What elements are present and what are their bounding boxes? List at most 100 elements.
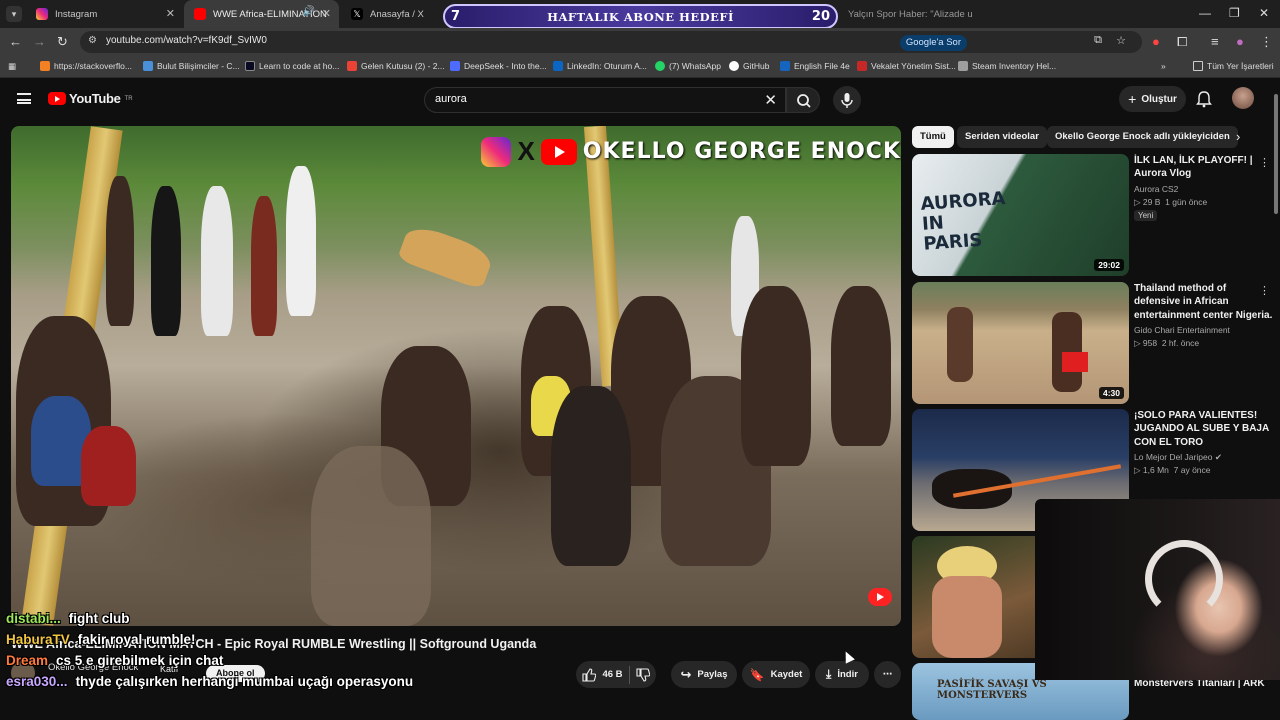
tab-search-icon[interactable]: ▾ — [6, 6, 22, 22]
bookmark-item[interactable]: GitHub — [729, 61, 769, 71]
chip-all[interactable]: Tümü — [912, 126, 954, 148]
url-field[interactable]: ⚙ youtube.com/watch?v=fK9df_SvIW0 Google… — [80, 31, 1142, 53]
bookmark-item[interactable]: https://stackoverflo... — [40, 61, 132, 71]
more-vertical-icon[interactable]: ⋮ — [1259, 284, 1270, 297]
reload-icon[interactable]: ↻ — [57, 34, 68, 50]
wrestler — [551, 386, 631, 566]
video-title[interactable]: İLK LAN, İLK PLAYOFF! | Aurora Vlog — [1134, 154, 1274, 181]
oxford-icon — [780, 61, 790, 71]
wrestler — [741, 286, 811, 466]
site-info-icon[interactable]: ⚙ — [88, 35, 97, 46]
search-box[interactable]: aurora ✕ — [424, 87, 786, 113]
menu-icon[interactable] — [17, 93, 31, 104]
audio-icon[interactable]: 🔊 — [303, 6, 315, 17]
new-badge: Yeni — [1134, 210, 1158, 221]
folder-icon — [1193, 61, 1203, 71]
voice-search-button[interactable] — [833, 86, 861, 114]
bookmark-item[interactable]: English File 4e — [780, 61, 850, 71]
video-title[interactable]: ¡SOLO PARA VALIENTES! JUGANDO AL SUBE Y … — [1134, 409, 1274, 449]
minimize-icon[interactable]: — — [1199, 6, 1211, 20]
menu-kebab-icon[interactable]: ⋮ — [1260, 34, 1273, 50]
share-button[interactable]: ↪ Paylaş — [671, 661, 737, 688]
download-button[interactable]: ⤓ İndir — [815, 661, 869, 688]
clear-search-icon[interactable]: ✕ — [764, 91, 777, 109]
page-scrollbar[interactable] — [1272, 84, 1280, 714]
whatsapp-icon — [655, 61, 665, 71]
video-player[interactable]: X OKELLO GEORGE ENOCK — [11, 126, 901, 626]
chat-text: fight club — [68, 611, 130, 626]
tab-instagram[interactable]: Instagram ✕ — [26, 0, 183, 28]
like-button[interactable]: 46 B — [582, 667, 623, 682]
bookmark-item[interactable]: Vekalet Yönetim Sist... — [857, 61, 956, 71]
view-count: 1,6 Mn — [1142, 465, 1169, 475]
profile-icon[interactable]: ● — [1236, 34, 1244, 49]
scrollbar-thumb[interactable] — [1274, 94, 1278, 214]
notifications-bell-icon[interactable] — [1196, 90, 1212, 108]
thumbs-down-icon[interactable] — [635, 667, 650, 682]
divider — [628, 665, 630, 684]
close-window-icon[interactable]: ✕ — [1259, 6, 1269, 20]
extension-icon[interactable]: ● — [1152, 34, 1160, 49]
bookmark-item[interactable]: Bulut Bilişimciler - C... — [143, 61, 240, 71]
channel-watermark: X OKELLO GEORGE ENOCK — [481, 136, 901, 167]
account-avatar[interactable] — [1232, 87, 1254, 109]
youtube-header: YouTube TR aurora ✕ + Oluştur — [0, 80, 1280, 120]
url-text[interactable]: youtube.com/watch?v=fK9df_SvIW0 — [106, 35, 267, 46]
chip-uploader[interactable]: Okello George Enock adlı yükleyiciden — [1047, 126, 1238, 148]
back-icon[interactable]: ← — [9, 34, 22, 49]
youtube-logo[interactable]: YouTube TR — [48, 91, 133, 106]
bookmark-item[interactable]: Steam Inventory Hel... — [958, 61, 1056, 71]
chat-text: cs 5 e girebilmek için chat — [56, 653, 224, 668]
recommended-video[interactable]: AURORA IN PARIS 29:02 İLK LAN, İLK PLAYO… — [912, 154, 1272, 276]
stackoverflow-icon — [40, 61, 50, 71]
bookmark-label: Bulut Bilişimciler - C... — [157, 61, 240, 71]
bookmark-item[interactable]: (7) WhatsApp — [655, 61, 721, 71]
apps-grid-icon[interactable]: ▦ — [8, 61, 16, 72]
tab-youtube[interactable]: WWE Africa-ELIMINATION 🔊 ✕ — [184, 0, 339, 28]
close-icon[interactable]: ✕ — [166, 7, 175, 20]
install-icon[interactable]: ⧉ — [1094, 34, 1102, 47]
plus-icon: + — [1128, 91, 1137, 107]
video-title[interactable]: Thailand method of defensive in African … — [1134, 282, 1274, 322]
bookmark-label: (7) WhatsApp — [669, 61, 721, 71]
address-bar: ← → ↻ ⚙ youtube.com/watch?v=fK9df_SvIW0 … — [0, 28, 1280, 56]
chevron-right-icon[interactable]: › — [1236, 129, 1240, 144]
tab-list-icon[interactable]: ≡ — [1211, 34, 1219, 49]
bookmark-item[interactable]: LinkedIn: Oturum A... — [553, 61, 647, 71]
channel-name[interactable]: Lo Mejor Del Jaripeo ✔ — [1134, 452, 1222, 463]
video-thumbnail[interactable]: 4:30 — [912, 282, 1129, 404]
tab-label: Instagram — [55, 8, 98, 20]
logo-text: YouTube — [69, 91, 121, 106]
more-vertical-icon[interactable]: ⋮ — [1259, 156, 1270, 169]
chat-text: thyde çalışırken herhangi mumbai uçağı o… — [75, 674, 414, 689]
maximize-icon[interactable]: ❐ — [1229, 6, 1240, 20]
chip-series[interactable]: Seriden videolar — [957, 126, 1047, 148]
create-button[interactable]: + Oluştur — [1119, 86, 1186, 112]
all-bookmarks-folder[interactable]: Tüm Yer İşaretleri — [1193, 61, 1274, 71]
more-actions-button[interactable]: ⋯ — [874, 661, 901, 688]
linkedin-icon — [553, 61, 563, 71]
bookmark-item[interactable]: DeepSeek - Into the... — [450, 61, 547, 71]
bookmark-item[interactable]: Gelen Kutusu (2) - 2... — [347, 61, 445, 71]
google-ask-button[interactable]: Google'a Sor — [899, 35, 967, 51]
tab-news[interactable]: Yalçın Spor Haber: "Alizade u — [838, 0, 1008, 28]
search-icon — [797, 94, 811, 108]
youtube-branding-icon[interactable] — [868, 588, 892, 606]
channel-name[interactable]: Aurora CS2 — [1134, 184, 1178, 194]
headphones — [1145, 540, 1223, 618]
bookmark-star-icon[interactable]: ☆ — [1116, 34, 1126, 47]
forward-icon[interactable]: → — [33, 34, 46, 49]
tab-x[interactable]: 𝕏 Anasayfa / X — [341, 0, 441, 28]
search-input[interactable]: aurora — [435, 93, 467, 105]
video-thumbnail[interactable]: AURORA IN PARIS 29:02 — [912, 154, 1129, 276]
steam-icon — [958, 61, 968, 71]
bookmarks-overflow-icon[interactable]: » — [1161, 61, 1166, 71]
save-button[interactable]: 🔖 Kaydet — [742, 661, 810, 688]
recommended-video[interactable]: 4:30 Thailand method of defensive in Afr… — [912, 282, 1272, 404]
thumbs-up-icon — [582, 667, 597, 682]
extensions-puzzle-icon[interactable]: ⧠ — [1177, 34, 1187, 50]
bookmark-item[interactable]: Learn to code at ho... — [245, 61, 339, 71]
search-button[interactable] — [786, 87, 820, 113]
channel-name[interactable]: Gido Chari Entertainment — [1134, 325, 1230, 335]
close-icon[interactable]: ✕ — [322, 7, 331, 20]
